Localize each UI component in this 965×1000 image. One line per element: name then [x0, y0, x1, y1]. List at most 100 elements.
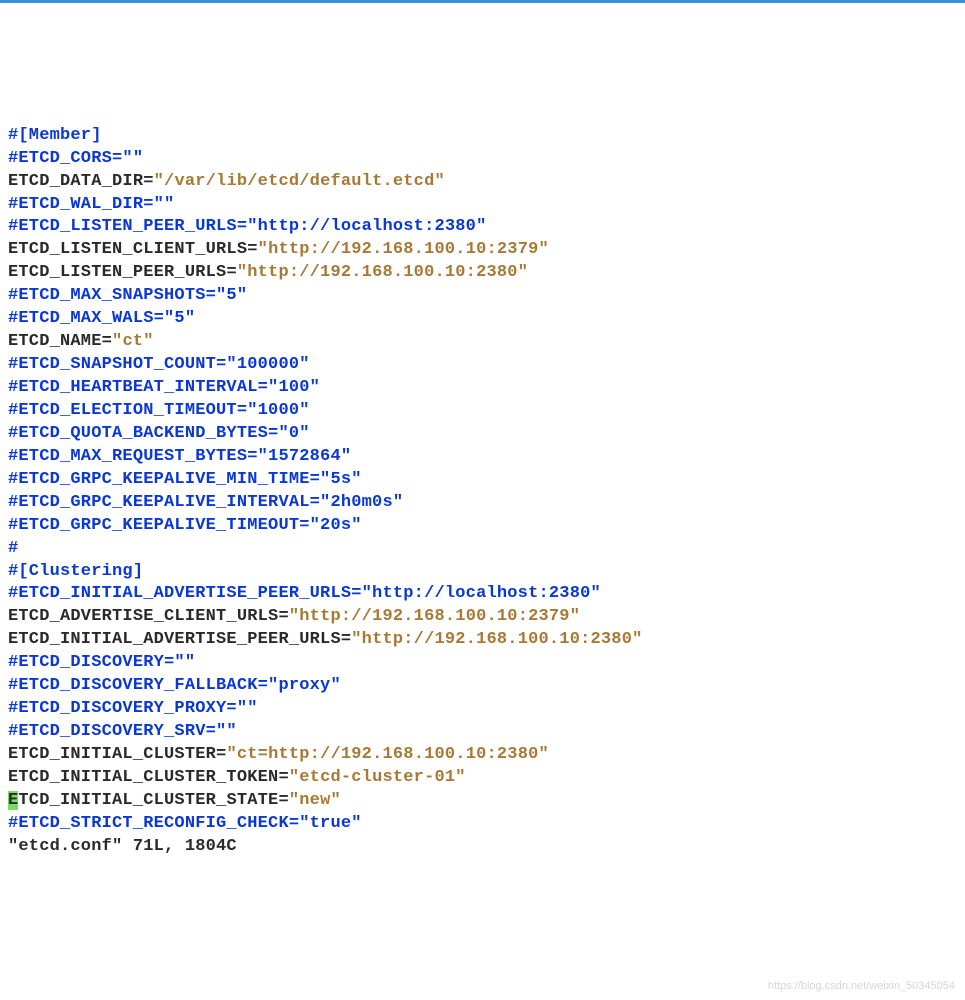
quote-close: " — [455, 768, 465, 787]
code-line: ETCD_INITIAL_CLUSTER_STATE="new" — [8, 790, 957, 813]
code-line: #ETCD_GRPC_KEEPALIVE_INTERVAL="2h0m0s" — [8, 492, 957, 515]
code-line: #ETCD_LISTEN_PEER_URLS="http://localhost… — [8, 216, 957, 239]
code-line: ETCD_DATA_DIR="/var/lib/etcd/default.etc… — [8, 171, 957, 194]
code-line: ETCD_ADVERTISE_CLIENT_URLS="http://192.1… — [8, 606, 957, 629]
config-key: ETCD_INITIAL_CLUSTER_TOKEN — [8, 768, 278, 787]
code-line: #ETCD_CORS="" — [8, 148, 957, 171]
quote-open: " — [226, 745, 236, 764]
code-line: #ETCD_GRPC_KEEPALIVE_MIN_TIME="5s" — [8, 469, 957, 492]
equals-sign: = — [341, 630, 351, 649]
code-line: #ETCD_MAX_REQUEST_BYTES="1572864" — [8, 446, 957, 469]
equals-sign: = — [143, 172, 153, 191]
code-line: #ETCD_QUOTA_BACKEND_BYTES="0" — [8, 423, 957, 446]
config-value: http://192.168.100.10:2380 — [362, 630, 632, 649]
equals-sign: = — [247, 240, 257, 259]
comment-text: #ETCD_GRPC_KEEPALIVE_TIMEOUT="20s" — [8, 516, 362, 535]
code-line: #ETCD_MAX_WALS="5" — [8, 308, 957, 331]
comment-text: #[Member] — [8, 126, 102, 145]
code-line: #ETCD_DISCOVERY_FALLBACK="proxy" — [8, 675, 957, 698]
comment-text: # — [8, 539, 18, 558]
code-line: ETCD_NAME="ct" — [8, 331, 957, 354]
quote-open: " — [237, 263, 247, 282]
quote-close: " — [539, 240, 549, 259]
comment-text: #ETCD_LISTEN_PEER_URLS="http://localhost… — [8, 217, 486, 236]
comment-text: #[Clustering] — [8, 562, 143, 581]
quote-open: " — [289, 791, 299, 810]
config-value: etcd-cluster-01 — [299, 768, 455, 787]
code-line: ETCD_INITIAL_CLUSTER="ct=http://192.168.… — [8, 744, 957, 767]
code-line: #ETCD_GRPC_KEEPALIVE_TIMEOUT="20s" — [8, 515, 957, 538]
config-key: ETCD_INITIAL_ADVERTISE_PEER_URLS — [8, 630, 341, 649]
code-line: #ETCD_STRICT_RECONFIG_CHECK="true" — [8, 813, 957, 836]
quote-open: " — [289, 768, 299, 787]
code-line: #ETCD_DISCOVERY="" — [8, 652, 957, 675]
config-value: http://192.168.100.10:2379 — [268, 240, 538, 259]
config-key: ETCD_ADVERTISE_CLIENT_URLS — [8, 607, 278, 626]
equals-sign: = — [278, 607, 288, 626]
comment-text: #ETCD_DISCOVERY="" — [8, 653, 195, 672]
equals-sign: = — [216, 745, 226, 764]
code-line: ETCD_LISTEN_CLIENT_URLS="http://192.168.… — [8, 239, 957, 262]
code-line: ETCD_INITIAL_ADVERTISE_PEER_URLS="http:/… — [8, 629, 957, 652]
code-line: #ETCD_HEARTBEAT_INTERVAL="100" — [8, 377, 957, 400]
code-block: #[Member]#ETCD_CORS=""ETCD_DATA_DIR="/va… — [8, 125, 957, 859]
quote-close: " — [632, 630, 642, 649]
config-key: ETCD_NAME — [8, 332, 102, 351]
equals-sign: = — [226, 263, 236, 282]
equals-sign: = — [102, 332, 112, 351]
code-line: #ETCD_DISCOVERY_PROXY="" — [8, 698, 957, 721]
comment-text: #ETCD_STRICT_RECONFIG_CHECK="true" — [8, 814, 362, 833]
config-key: ETCD_LISTEN_PEER_URLS — [8, 263, 226, 282]
quote-open: " — [289, 607, 299, 626]
quote-close: " — [570, 607, 580, 626]
quote-close: " — [143, 332, 153, 351]
equals-sign: = — [278, 768, 288, 787]
config-value: new — [299, 791, 330, 810]
quote-open: " — [112, 332, 122, 351]
quote-open: " — [351, 630, 361, 649]
equals-sign: = — [278, 791, 288, 810]
comment-text: #ETCD_QUOTA_BACKEND_BYTES="0" — [8, 424, 310, 443]
comment-text: #ETCD_HEARTBEAT_INTERVAL="100" — [8, 378, 320, 397]
quote-close: " — [518, 263, 528, 282]
quote-close: " — [435, 172, 445, 191]
comment-text: #ETCD_DISCOVERY_FALLBACK="proxy" — [8, 676, 341, 695]
code-line: #[Member] — [8, 125, 957, 148]
quote-open: " — [154, 172, 164, 191]
comment-text: #ETCD_GRPC_KEEPALIVE_MIN_TIME="5s" — [8, 470, 362, 489]
quote-close: " — [539, 745, 549, 764]
code-line: #ETCD_WAL_DIR="" — [8, 194, 957, 217]
comment-text: #ETCD_GRPC_KEEPALIVE_INTERVAL="2h0m0s" — [8, 493, 403, 512]
code-line: #ETCD_ELECTION_TIMEOUT="1000" — [8, 400, 957, 423]
top-border — [0, 0, 965, 3]
comment-text: #ETCD_INITIAL_ADVERTISE_PEER_URLS="http:… — [8, 584, 601, 603]
code-line: ETCD_LISTEN_PEER_URLS="http://192.168.10… — [8, 262, 957, 285]
config-value: http://192.168.100.10:2380 — [247, 263, 517, 282]
comment-text: #ETCD_WAL_DIR="" — [8, 195, 174, 214]
code-line: #ETCD_SNAPSHOT_COUNT="100000" — [8, 354, 957, 377]
comment-text: #ETCD_DISCOVERY_PROXY="" — [8, 699, 258, 718]
comment-text: #ETCD_DISCOVERY_SRV="" — [8, 722, 237, 741]
config-key: ETCD_LISTEN_CLIENT_URLS — [8, 240, 247, 259]
quote-close: " — [330, 791, 340, 810]
config-value: http://192.168.100.10:2379 — [299, 607, 569, 626]
code-line: #ETCD_INITIAL_ADVERTISE_PEER_URLS="http:… — [8, 583, 957, 606]
config-key: ETCD_INITIAL_CLUSTER — [8, 745, 216, 764]
editor-status-line: "etcd.conf" 71L, 1804C — [8, 836, 957, 859]
config-value: ct — [122, 332, 143, 351]
config-value: /var/lib/etcd/default.etcd — [164, 172, 434, 191]
code-line: #ETCD_DISCOVERY_SRV="" — [8, 721, 957, 744]
editor-cursor: E — [8, 791, 18, 810]
config-key: TCD_INITIAL_CLUSTER_STATE — [18, 791, 278, 810]
comment-text: #ETCD_SNAPSHOT_COUNT="100000" — [8, 355, 310, 374]
watermark-text: https://blog.csdn.net/weixin_50345054 — [768, 979, 955, 994]
comment-text: #ETCD_ELECTION_TIMEOUT="1000" — [8, 401, 310, 420]
comment-text: #ETCD_MAX_REQUEST_BYTES="1572864" — [8, 447, 351, 466]
comment-text: #ETCD_MAX_SNAPSHOTS="5" — [8, 286, 247, 305]
config-value: ct=http://192.168.100.10:2380 — [237, 745, 539, 764]
comment-text: #ETCD_MAX_WALS="5" — [8, 309, 195, 328]
code-line: #ETCD_MAX_SNAPSHOTS="5" — [8, 285, 957, 308]
quote-open: " — [258, 240, 268, 259]
code-line: #[Clustering] — [8, 561, 957, 584]
config-key: ETCD_DATA_DIR — [8, 172, 143, 191]
